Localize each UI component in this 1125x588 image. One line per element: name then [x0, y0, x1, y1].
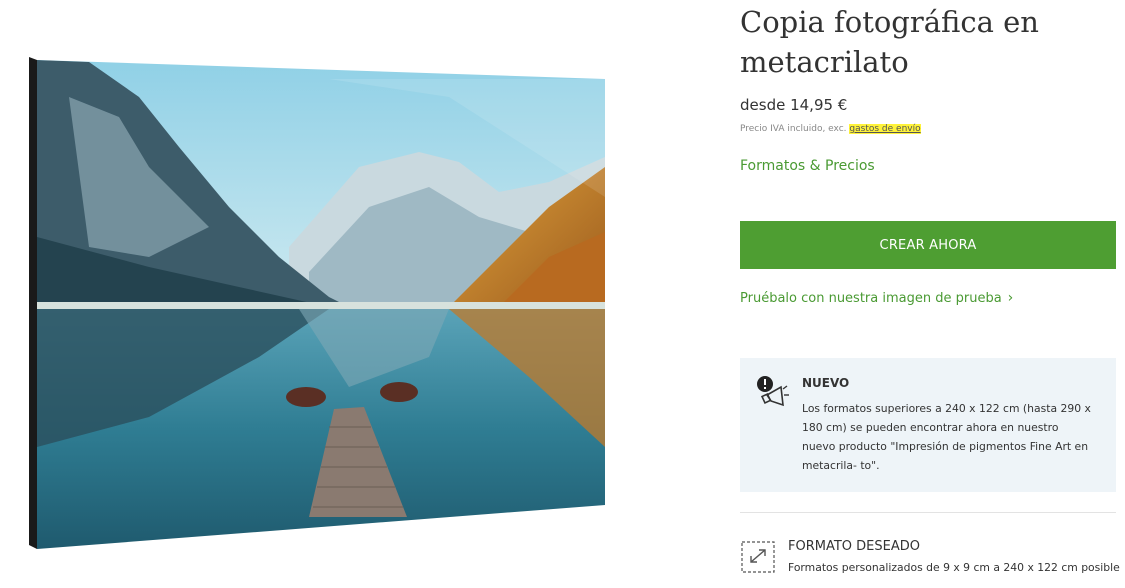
formats-prices-link[interactable]: Formatos & Precios — [740, 158, 875, 174]
megaphone-alert-icon — [755, 375, 791, 415]
product-price: desde 14,95 € — [740, 96, 848, 114]
resize-frame-icon — [741, 541, 775, 577]
try-sample-image-link[interactable]: Pruébalo con nuestra imagen de prueba › — [740, 290, 1013, 306]
price-note-text: Precio IVA incluido, exc. — [740, 124, 847, 134]
format-title: FORMATO DESEADO — [788, 539, 920, 554]
try-sample-image-label: Pruébalo con nuestra imagen de prueba — [740, 291, 1002, 306]
create-now-button[interactable]: CREAR AHORA — [740, 221, 1116, 269]
shipping-costs-link[interactable]: gastos de envío — [849, 124, 921, 134]
mountain-lake-photo — [29, 57, 605, 549]
chevron-right-icon: › — [1007, 290, 1014, 306]
notice-body: Los formatos superiores a 240 x 122 cm (… — [802, 402, 1091, 472]
format-description: Formatos personalizados de 9 x 9 cm a 24… — [788, 561, 1120, 574]
price-note: Precio IVA incluido, exc. gastos de enví… — [740, 124, 921, 134]
product-photo — [29, 57, 609, 549]
notice-title: NUEVO — [802, 376, 850, 390]
page-title: Copia fotográfica en metacrilato — [740, 5, 1039, 79]
divider — [740, 512, 1116, 513]
new-notice-box: NUEVO Los formatos superiores a 240 x 12… — [740, 358, 1116, 492]
